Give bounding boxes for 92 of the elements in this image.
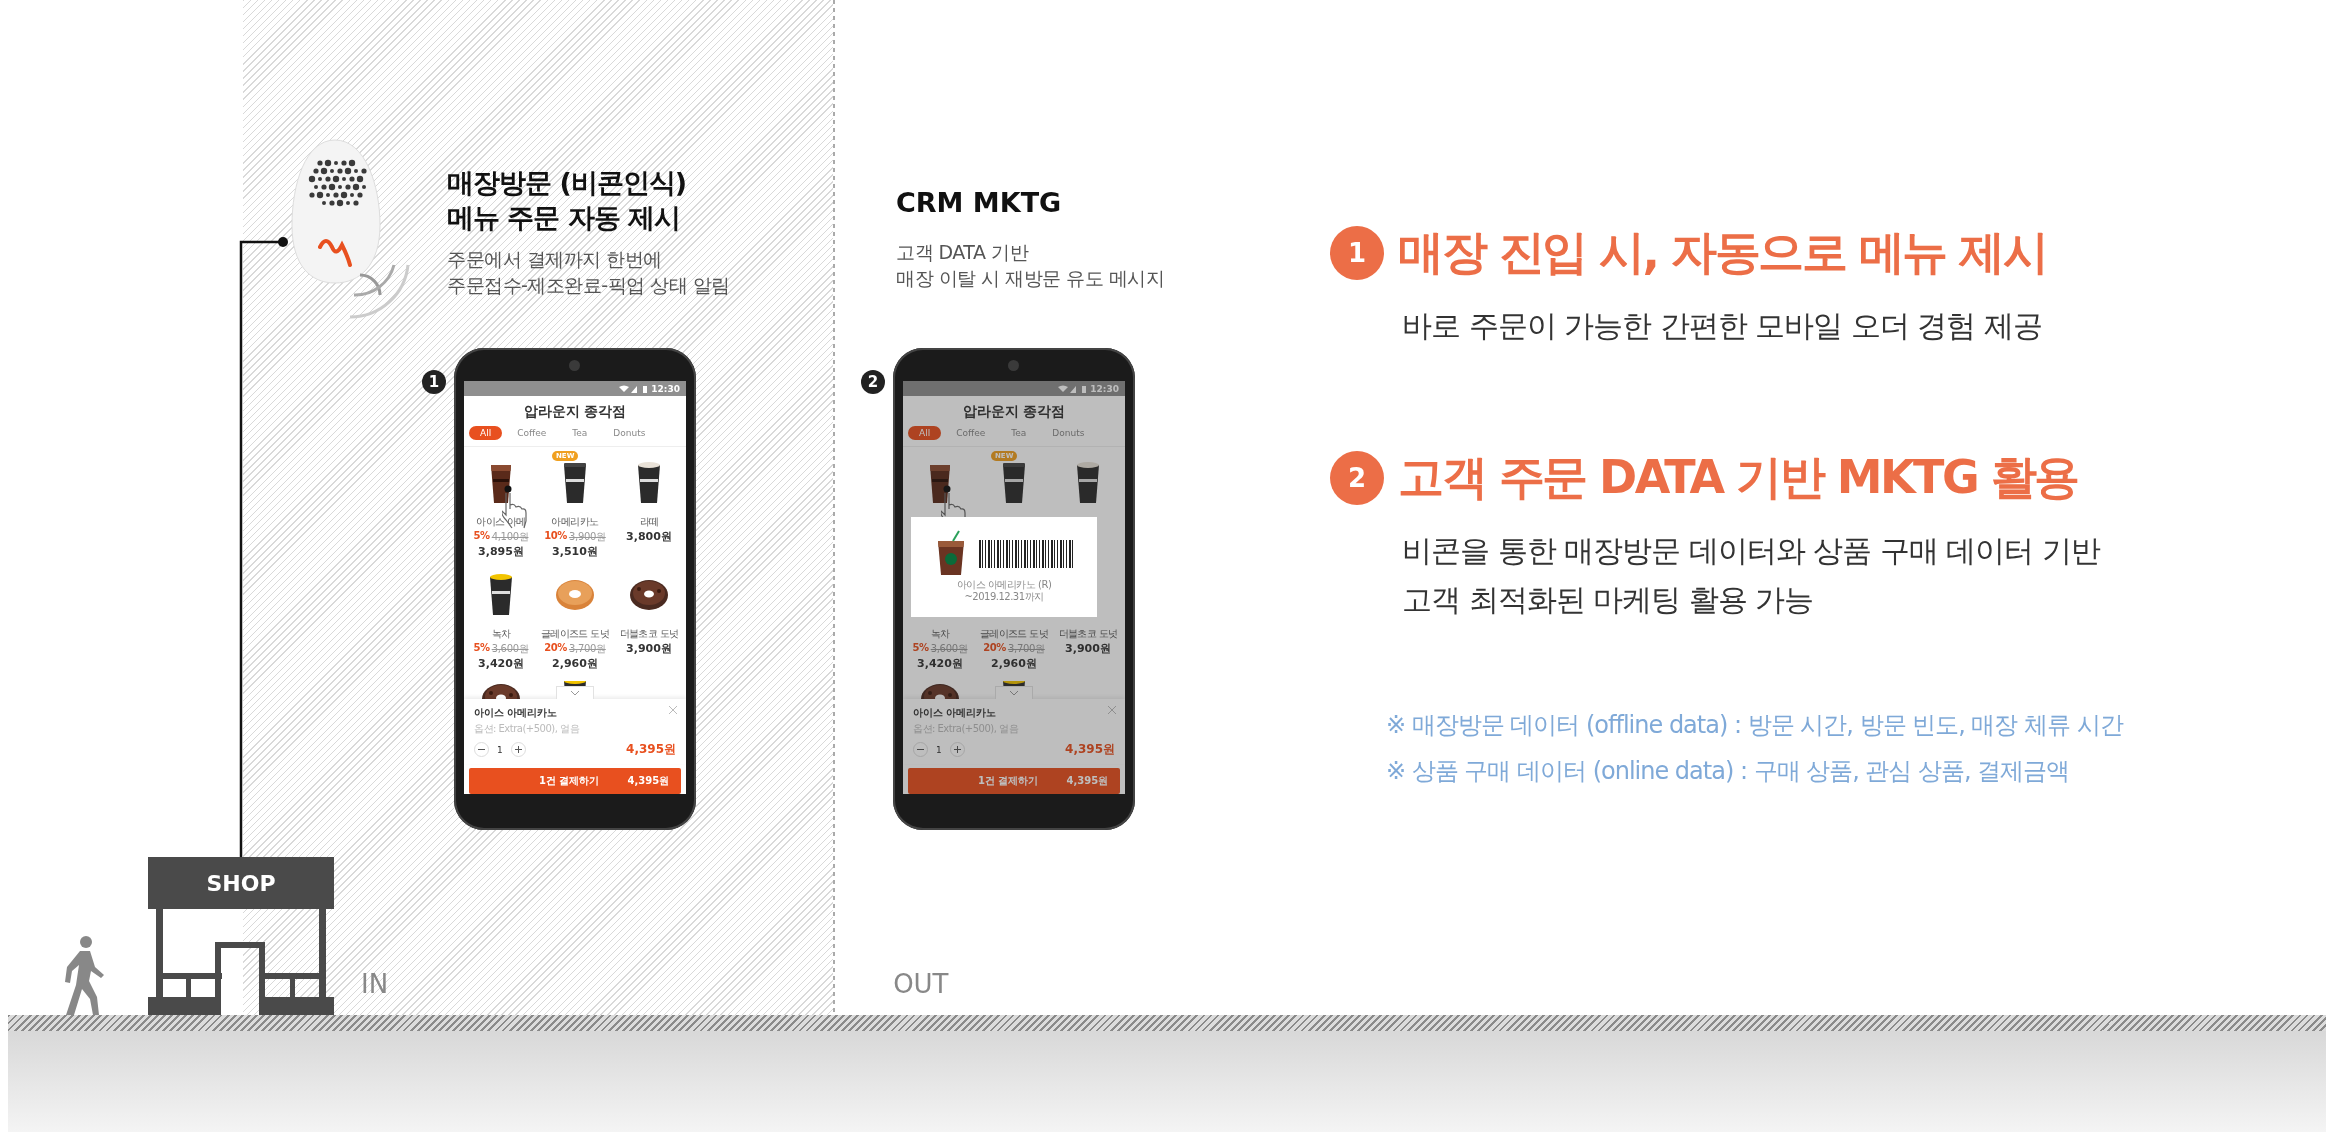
- product-price: 3,800원: [626, 529, 672, 544]
- store-title: 압라운지 종각점: [961, 402, 1067, 421]
- original-price: 3,700원: [1007, 642, 1045, 656]
- point-description: 고객 최적화된 마케팅 활용 가능: [1402, 581, 1815, 619]
- battery-icon: [643, 384, 648, 393]
- point-title: 고객 주문 DATA 기반 MKTG 활용: [1398, 449, 2078, 506]
- discount-rate: 20%: [544, 642, 567, 655]
- minus-button[interactable]: [474, 742, 489, 757]
- product-name: 더블초코 도넛: [1058, 627, 1118, 641]
- minus-icon: [917, 746, 924, 753]
- discount-rate: 5%: [473, 530, 490, 543]
- original-price: 4,100원: [491, 530, 529, 544]
- product-price: 3,900원: [626, 641, 672, 656]
- category-tab[interactable]: Tea: [561, 426, 599, 440]
- category-tab[interactable]: Coffee: [506, 426, 558, 440]
- original-price: 3,700원: [568, 642, 606, 656]
- beacon-title: 메뉴 주문 자동 제시: [447, 201, 682, 236]
- signal-icon: [1058, 384, 1079, 393]
- footnote: ※ 상품 구매 데이터 (online data) : 구매 상품, 관심 상품, 결제금액: [1386, 756, 2071, 787]
- out-label: OUT: [893, 969, 949, 999]
- hand-pointer-icon: [502, 485, 528, 529]
- point-title: 매장 진입 시, 자동으로 메뉴 제시: [1398, 224, 2047, 281]
- product-name: 아메리카노: [551, 515, 599, 529]
- pay-button[interactable]: 1건 결제하기 4,395원: [469, 768, 681, 794]
- product-name: 더블초코 도넛: [619, 627, 679, 641]
- coupon-name: 아이스 아메리카노 (R): [956, 579, 1052, 591]
- cart-price: 4,395원: [626, 741, 676, 758]
- status-time: 12:30: [1090, 383, 1119, 394]
- product-price: 3,420원: [478, 656, 524, 671]
- battery-icon: [1082, 384, 1087, 393]
- minus-button[interactable]: [913, 742, 928, 757]
- store-title: 압라운지 종각점: [522, 402, 628, 421]
- cart-item-name: 아이스 아메리카노: [913, 706, 997, 720]
- discount-rate: 10%: [544, 530, 567, 543]
- status-time: 12:30: [651, 383, 680, 394]
- plus-button[interactable]: [949, 742, 965, 757]
- product-name: 아이스 아메: [476, 515, 526, 529]
- product-name: 라떼: [639, 515, 659, 529]
- plus-button[interactable]: [510, 742, 526, 757]
- beacon-title: 매장방문 (비콘인식): [447, 166, 688, 200]
- beacon-description: 주문에서 결제까지 한번에: [447, 247, 663, 273]
- phone-camera: [1008, 360, 1019, 371]
- product-name: 녹차: [491, 627, 511, 641]
- category-tab[interactable]: Tea: [1000, 426, 1038, 440]
- barcode-icon: [979, 540, 1075, 568]
- chevron-down-icon: [1009, 690, 1019, 696]
- cart-item-option: 옵션: Extra(+500), 얼음: [474, 722, 676, 736]
- chevron-down-icon: [570, 690, 580, 696]
- signal-icon: [619, 384, 640, 393]
- point-description: 바로 주문이 가능한 간편한 모바일 오더 경험 제공: [1402, 307, 2043, 345]
- phone-camera: [569, 360, 580, 371]
- step-number: 1: [422, 370, 446, 394]
- category-tab[interactable]: Donuts: [1041, 426, 1096, 440]
- product-name: 글레이즈드 도넛: [979, 627, 1049, 641]
- original-price: 3,600원: [930, 642, 968, 656]
- category-tab[interactable]: All: [469, 426, 503, 440]
- cart-price: 4,395원: [1065, 741, 1115, 758]
- product-price: 3,420원: [917, 656, 963, 671]
- product-price: 2,960원: [991, 656, 1037, 671]
- discount-rate: 20%: [983, 642, 1006, 655]
- quantity: 1: [497, 744, 503, 755]
- original-price: 3,600원: [491, 642, 529, 656]
- crm-description: 매장 이탈 시 재방문 유도 메시지: [896, 265, 1166, 291]
- point-description: 비콘을 통한 매장방문 데이터와 상품 구매 데이터 기반: [1402, 532, 2102, 570]
- plus-icon: [514, 746, 522, 753]
- crm-description: 고객 DATA 기반: [896, 240, 1030, 265]
- cart-item-name: 아이스 아메리카노: [474, 706, 558, 720]
- coupon-expiry: ~2019.12.31까지: [964, 591, 1044, 603]
- category-tab[interactable]: Donuts: [602, 426, 657, 440]
- plus-icon: [953, 746, 961, 753]
- beacon-description: 주문접수-제조완료-픽업 상태 알림: [447, 272, 731, 298]
- crm-title: CRM MKTG: [896, 187, 1063, 218]
- discount-rate: 5%: [473, 642, 490, 655]
- point-number: 1: [1330, 226, 1384, 280]
- product-price: 3,510원: [552, 544, 598, 559]
- point-number: 2: [1330, 451, 1384, 505]
- product-name: 글레이즈드 도넛: [540, 627, 610, 641]
- quantity: 1: [936, 744, 942, 755]
- product-price: 3,900원: [1065, 641, 1111, 656]
- footnote: ※ 매장방문 데이터 (offline data) : 방문 시간, 방문 빈도, 매장 체류 시간: [1386, 710, 2125, 741]
- minus-icon: [478, 746, 485, 753]
- product-price: 3,895원: [478, 544, 524, 559]
- shop-sign: SHOP: [148, 857, 334, 909]
- in-label: IN: [361, 969, 389, 999]
- step-number: 2: [861, 370, 885, 394]
- product-name: 녹차: [930, 627, 950, 641]
- pay-button[interactable]: 1건 결제하기 4,395원: [908, 768, 1120, 794]
- discount-rate: 5%: [912, 642, 929, 655]
- product-price: 2,960원: [552, 656, 598, 671]
- category-tab[interactable]: All: [908, 426, 942, 440]
- original-price: 3,900원: [568, 530, 606, 544]
- category-tab[interactable]: Coffee: [945, 426, 997, 440]
